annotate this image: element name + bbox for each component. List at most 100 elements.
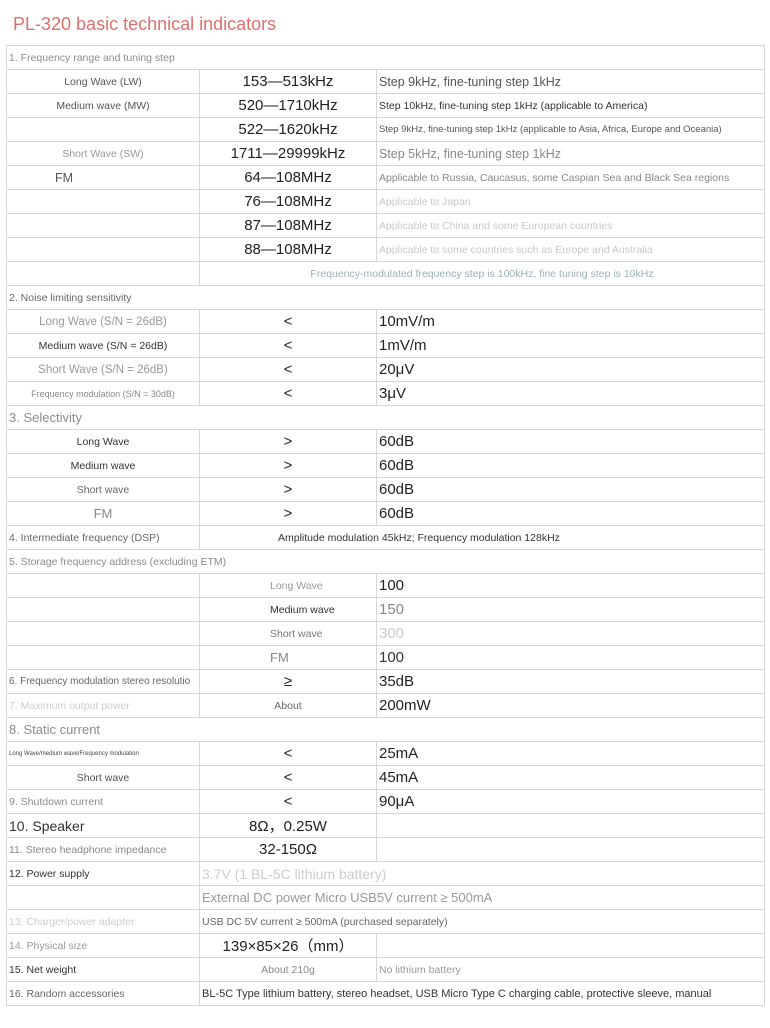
row-label-empty [6, 621, 200, 646]
row-value: 100 [375, 645, 766, 670]
section-heading: 15. Net weight [6, 957, 200, 982]
row-value: 35dB [375, 669, 766, 694]
page-title: PL-320 basic technical indicators [13, 14, 277, 34]
table-row: 10. Speaker 8Ω，0.25W [6, 813, 766, 838]
row-label: Short wave [199, 621, 377, 646]
row-value: 139×85×26（mm） [199, 933, 377, 958]
row-label: Long Wave [199, 573, 377, 598]
table-row: 76—108MHz Applicable to Japan [6, 189, 766, 214]
row-symbol: ≥ [199, 669, 377, 694]
section-heading: 14. Physical size [6, 933, 200, 958]
row-value: 45mA [375, 765, 766, 790]
row-label-empty [6, 117, 200, 142]
row-value: 60dB [375, 477, 766, 502]
row-note: Step 9kHz, fine-tuning step 1kHz [375, 69, 766, 94]
table-row: Long Wave/medium wave/Frequency modulati… [6, 741, 766, 766]
row-note-empty [375, 837, 766, 862]
table-row: Long Wave 100 [6, 573, 766, 598]
table-row: FM > 60dB [6, 501, 766, 526]
row-note-empty [375, 933, 766, 958]
row-value: 153—513kHz [199, 69, 377, 94]
table-row: 15. Net weight About 210g No lithium bat… [6, 957, 766, 982]
row-value: 200mW [375, 693, 766, 718]
table-row: External DC power Micro USB5V current ≥ … [6, 885, 766, 910]
row-label: Long Wave [6, 429, 200, 454]
row-label: Short Wave (SW) [6, 141, 200, 166]
row-label: Short wave [6, 765, 200, 790]
table-row: Short Wave (S/N = 26dB) < 20μV [6, 357, 766, 382]
table-row: 13. Charger/power adapter USB DC 5V curr… [6, 909, 766, 934]
row-value: 520—1710kHz [199, 93, 377, 118]
row-note: No lithium battery [375, 957, 766, 982]
fm-step-note: Frequency-modulated frequency step is 10… [198, 261, 766, 286]
row-value: 60dB [375, 501, 766, 526]
table-row: Frequency modulation (S/N = 30dB) < 3μV [6, 381, 766, 406]
row-value: 20μV [375, 357, 766, 382]
row-note: Applicable to Russia, Caucasus, some Cas… [375, 165, 766, 190]
table-row: Frequency-modulated frequency step is 10… [6, 261, 766, 286]
table-row: FM 100 [6, 645, 766, 670]
section-heading-row: 3. Selectivity [5, 405, 766, 430]
row-value: 100 [375, 573, 766, 598]
row-label: Medium wave [199, 597, 377, 622]
row-label: FM [6, 501, 200, 526]
row-symbol: < [199, 381, 377, 406]
table-row: 11. Stereo headphone impedance 32-150Ω [6, 837, 766, 862]
section-heading-row: 8. Static current [5, 717, 766, 742]
section-heading: 11. Stereo headphone impedance [6, 837, 200, 862]
row-value: 3.7V (1 BL-5C lithium battery) [198, 861, 766, 886]
row-value: 87—108MHz [199, 213, 377, 238]
section-heading: 1. Frequency range and tuning step [5, 45, 766, 70]
section-heading-row: 2. Noise limiting sensitivity [5, 285, 766, 310]
section-heading: 3. Selectivity [5, 405, 766, 430]
row-value: 8Ω，0.25W [199, 813, 377, 838]
row-note: Applicable to Japan [375, 189, 766, 214]
table-row: 4. Intermediate frequency (DSP) Amplitud… [6, 525, 766, 550]
row-value: 150 [375, 597, 766, 622]
row-label-empty [6, 213, 200, 238]
row-value: 1711—29999kHz [199, 141, 377, 166]
table-row: Short wave 300 [6, 621, 766, 646]
row-label-empty [6, 645, 200, 670]
row-note: Step 9kHz, fine-tuning step 1kHz (applic… [375, 117, 766, 142]
table-row: Medium wave (S/N = 26dB) < 1mV/m [6, 333, 766, 358]
section-heading: 9. Shutdown current [6, 789, 200, 814]
section-heading: 4. Intermediate frequency (DSP) [6, 525, 200, 550]
row-value: 60dB [375, 429, 766, 454]
table-row: 522—1620kHz Step 9kHz, fine-tuning step … [6, 117, 766, 142]
row-symbol: > [199, 453, 377, 478]
row-symbol: About [199, 693, 377, 718]
row-note: Step 5kHz, fine-tuning step 1kHz [375, 141, 766, 166]
row-label-empty [6, 237, 200, 262]
row-symbol: > [199, 501, 377, 526]
row-value: External DC power Micro USB5V current ≥ … [198, 885, 766, 910]
row-label-empty [6, 189, 200, 214]
row-value: BL-5C Type lithium battery, stereo heads… [198, 981, 766, 1006]
table-row: Medium wave 150 [6, 597, 766, 622]
table-row: 14. Physical size 139×85×26（mm） [6, 933, 766, 958]
row-value: Amplitude modulation 45kHz; Frequency mo… [198, 525, 766, 550]
row-note-empty [375, 813, 766, 838]
row-symbol: < [199, 741, 377, 766]
spec-table: 1. Frequency range and tuning step Long … [5, 45, 766, 1006]
row-label: Long Wave (S/N = 26dB) [6, 309, 200, 334]
row-value: 64—108MHz [199, 165, 377, 190]
row-symbol: > [199, 429, 377, 454]
table-row: 9. Shutdown current < 90μA [6, 789, 766, 814]
row-label-empty [6, 597, 200, 622]
row-note: Step 10kHz, fine-tuning step 1kHz (appli… [375, 93, 766, 118]
table-row: 12. Power supply 3.7V (1 BL-5C lithium b… [6, 861, 766, 886]
row-label: Long Wave/medium wave/Frequency modulati… [6, 741, 200, 766]
row-label-empty [6, 261, 200, 286]
row-value: 1mV/m [375, 333, 766, 358]
row-symbol: < [199, 357, 377, 382]
row-symbol: < [199, 789, 377, 814]
section-heading: 6. Frequency modulation stereo resolutio [6, 669, 200, 694]
row-symbol: < [199, 309, 377, 334]
row-value: 60dB [375, 453, 766, 478]
row-label: Frequency modulation (S/N = 30dB) [6, 381, 200, 406]
row-value: About 210g [199, 957, 377, 982]
table-row: Medium wave > 60dB [6, 453, 766, 478]
row-value: 300 [375, 621, 766, 646]
row-value: 90μA [375, 789, 766, 814]
